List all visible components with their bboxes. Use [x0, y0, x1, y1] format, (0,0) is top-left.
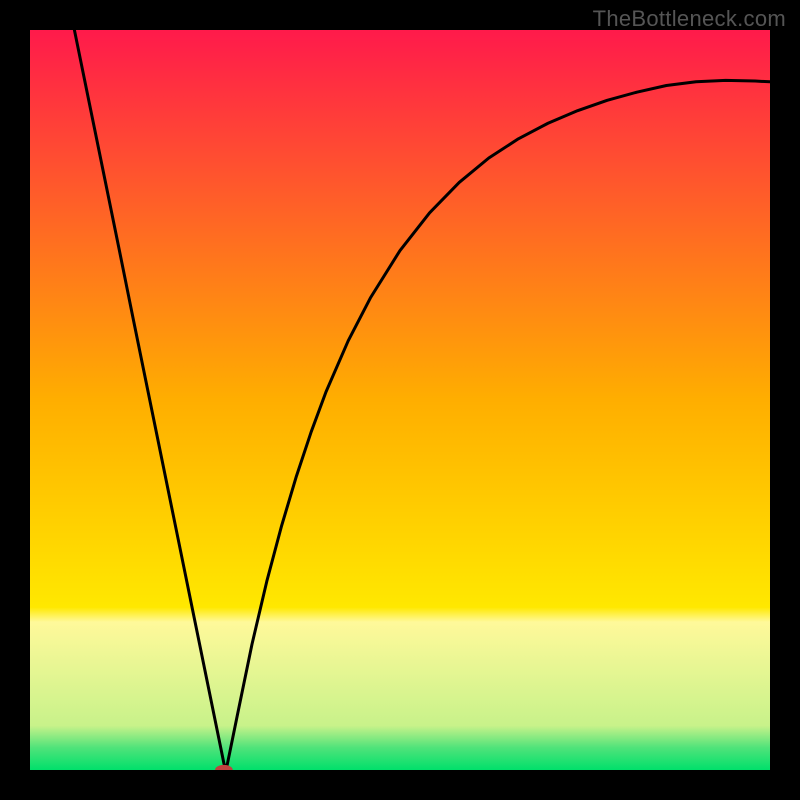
- chart-canvas: [30, 30, 770, 770]
- chart-frame: TheBottleneck.com: [0, 0, 800, 800]
- watermark-text: TheBottleneck.com: [593, 6, 786, 32]
- gradient-background: [30, 30, 770, 770]
